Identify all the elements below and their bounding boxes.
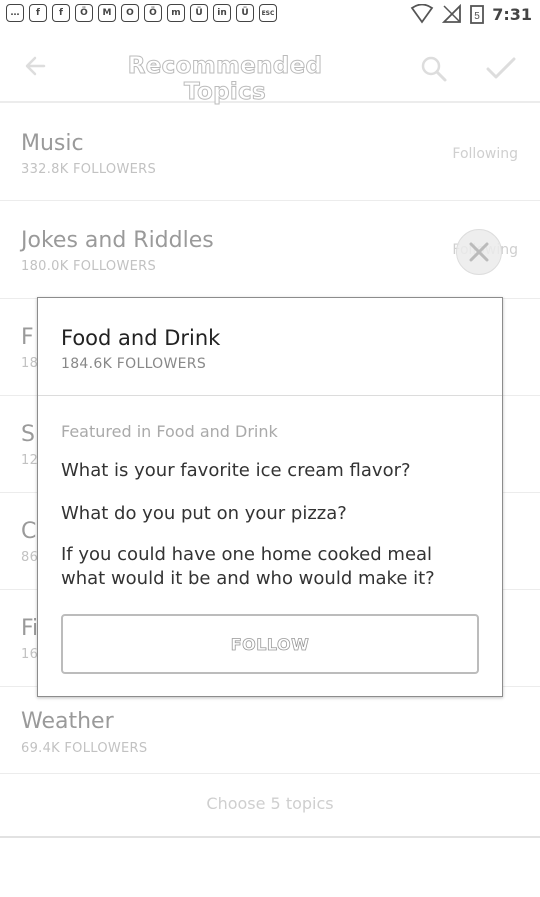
page-title: Recommended Topics bbox=[127, 53, 323, 106]
status-bar: … f f Ö M O Ö m Ü in Ü ESC 5 7:31 bbox=[0, 0, 540, 33]
topic-name: Fi bbox=[21, 616, 39, 641]
clock: 7:31 bbox=[492, 4, 532, 24]
dialog-followers: 184.6K FOLLOWERS bbox=[61, 356, 207, 372]
more-notification-icon: … bbox=[6, 4, 24, 22]
wifi-icon bbox=[410, 4, 434, 24]
topic-name: Music bbox=[21, 131, 84, 156]
following-button[interactable]: Following bbox=[452, 146, 518, 162]
battery-icon: 5 bbox=[470, 5, 485, 24]
topic-followers: 180.0K FOLLOWERS bbox=[21, 259, 156, 274]
game-icon: Ü bbox=[190, 4, 208, 22]
featured-label: Featured in Food and Drink bbox=[61, 422, 278, 441]
topic-followers: 18 bbox=[21, 356, 39, 371]
close-icon bbox=[469, 242, 489, 262]
search-icon[interactable] bbox=[418, 53, 450, 85]
topic-name: F bbox=[21, 325, 34, 350]
app-notification-icon: Ö bbox=[144, 4, 162, 22]
game-icon: Ü bbox=[236, 4, 254, 22]
featured-question[interactable]: If you could have one home cooked meal w… bbox=[61, 543, 481, 591]
topic-row-music[interactable]: Music 332.8K FOLLOWERS Following bbox=[0, 103, 540, 201]
topic-name: C bbox=[21, 519, 37, 544]
topic-followers: 86 bbox=[21, 550, 39, 565]
svg-text:5: 5 bbox=[474, 11, 480, 22]
mail-icon: M bbox=[98, 4, 116, 22]
featured-question[interactable]: What is your favorite ice cream flavor? bbox=[61, 459, 481, 483]
topic-name: S bbox=[21, 422, 35, 447]
dialog-title: Food and Drink bbox=[61, 326, 221, 350]
notification-icons: … f f Ö M O Ö m Ü in Ü ESC bbox=[6, 4, 277, 22]
topic-followers: 16 bbox=[21, 647, 39, 662]
topic-followers: 69.4K FOLLOWERS bbox=[21, 741, 148, 756]
choose-topics-hint: Choose 5 topics bbox=[206, 794, 334, 813]
message-icon: m bbox=[167, 4, 185, 22]
back-arrow-icon[interactable] bbox=[20, 49, 54, 83]
footer-bar: Choose 5 topics bbox=[0, 773, 540, 838]
facebook-icon: f bbox=[52, 4, 70, 22]
topic-row-weather[interactable]: Weather 69.4K FOLLOWERS bbox=[0, 686, 540, 774]
topic-followers: 12 bbox=[21, 453, 39, 468]
topic-name: Weather bbox=[21, 709, 114, 734]
facebook-icon: f bbox=[29, 4, 47, 22]
checkmark-icon[interactable] bbox=[484, 53, 518, 85]
app-bar: Recommended Topics bbox=[0, 33, 540, 106]
divider bbox=[38, 395, 502, 396]
esc-icon: ESC bbox=[259, 4, 277, 22]
featured-question[interactable]: What do you put on your pizza? bbox=[61, 502, 481, 526]
follow-button[interactable]: FOLLOW bbox=[61, 614, 479, 674]
app-notification-icon: Ö bbox=[75, 4, 93, 22]
topic-name: Jokes and Riddles bbox=[21, 228, 214, 253]
system-indicators: 5 7:31 bbox=[410, 4, 532, 24]
signal-icon bbox=[442, 4, 462, 23]
topic-followers: 332.8K FOLLOWERS bbox=[21, 162, 156, 177]
dismiss-button[interactable] bbox=[456, 229, 502, 275]
linkedin-icon: in bbox=[213, 4, 231, 22]
chat-icon: O bbox=[121, 4, 139, 22]
page-title-wrap: Recommended Topics bbox=[90, 53, 360, 106]
topic-preview-dialog: Food and Drink 184.6K FOLLOWERS Featured… bbox=[37, 297, 503, 697]
